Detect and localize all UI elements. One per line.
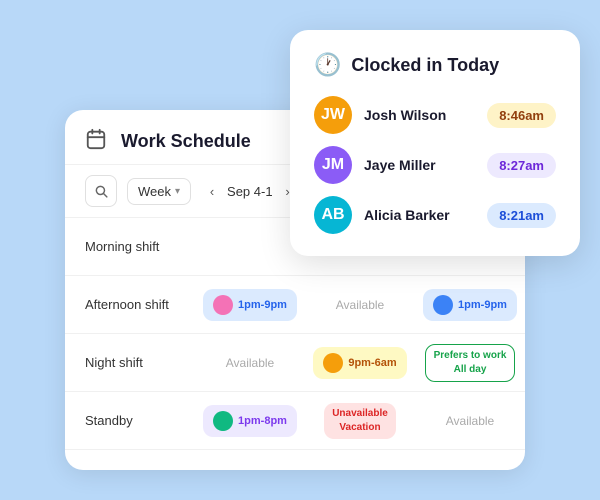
clock-icon: 🕐 xyxy=(314,52,341,78)
avatar: JW xyxy=(314,96,352,134)
week-selector[interactable]: Week ▾ xyxy=(127,178,191,205)
week-label: Week xyxy=(138,184,171,199)
person-name: Josh Wilson xyxy=(364,107,475,123)
available-label: Available xyxy=(226,356,274,370)
standby-cells: 1pm-8pm Unavailable Vacation Available xyxy=(195,397,525,445)
person-name: Jaye Miller xyxy=(364,157,475,173)
shift-label: Standby xyxy=(65,413,195,428)
clocked-in-card: 🕐 Clocked in Today JW Josh Wilson 8:46am… xyxy=(290,30,580,256)
cell: Available xyxy=(305,283,415,327)
time-badge: 8:27am xyxy=(487,153,556,178)
person-name: Alicia Barker xyxy=(364,207,475,223)
cell: Unavailable Vacation xyxy=(305,397,415,445)
time-badge: 8:46am xyxy=(487,103,556,128)
cell: 1pm-9pm xyxy=(195,283,305,327)
avatar: AB xyxy=(314,196,352,234)
cell: Available xyxy=(415,397,525,445)
schedule-chip[interactable]: 9pm-6am xyxy=(313,347,406,379)
table-row: Night shift Available 9pm-6am Prefers to… xyxy=(65,334,525,392)
afternoon-cells: 1pm-9pm Available 1pm-9pm xyxy=(195,283,525,327)
shift-label: Afternoon shift xyxy=(65,297,195,312)
date-nav: ‹ Sep 4-1 › xyxy=(201,180,299,202)
clocked-list: JW Josh Wilson 8:46am JM Jaye Miller 8:2… xyxy=(314,96,556,234)
table-row: Standby 1pm-8pm Unavailable Vacation A xyxy=(65,392,525,450)
prev-week-button[interactable]: ‹ xyxy=(201,180,223,202)
available-label: Available xyxy=(446,414,494,428)
cell: Prefers to work All day xyxy=(415,338,525,388)
schedule-chip[interactable]: 1pm-9pm xyxy=(423,289,517,321)
cell xyxy=(195,241,305,253)
avatar: JM xyxy=(314,146,352,184)
list-item: AB Alicia Barker 8:21am xyxy=(314,196,556,234)
available-label: Available xyxy=(336,298,384,312)
list-item: JW Josh Wilson 8:46am xyxy=(314,96,556,134)
time-badge: 8:21am xyxy=(487,203,556,228)
avatar-small xyxy=(213,411,233,431)
schedule-chip[interactable]: 1pm-8pm xyxy=(203,405,297,437)
shift-label: Night shift xyxy=(65,355,195,370)
list-item: JM Jaye Miller 8:27am xyxy=(314,146,556,184)
calendar-icon xyxy=(85,128,111,154)
page-title: Work Schedule xyxy=(121,131,251,152)
chevron-down-icon: ▾ xyxy=(175,186,180,197)
shift-label: Morning shift xyxy=(65,239,195,254)
schedule-chip[interactable]: 1pm-9pm xyxy=(203,289,297,321)
clocked-header: 🕐 Clocked in Today xyxy=(314,52,556,78)
unavailable-chip: Unavailable Vacation xyxy=(324,403,396,439)
cell: 1pm-9pm xyxy=(415,283,525,327)
night-cells: Available 9pm-6am Prefers to work All da… xyxy=(195,338,525,388)
date-range: Sep 4-1 xyxy=(227,184,273,199)
avatar-small xyxy=(213,295,233,315)
cell: 9pm-6am xyxy=(305,338,415,388)
search-button[interactable] xyxy=(85,175,117,207)
clocked-title: Clocked in Today xyxy=(351,55,499,76)
cell: Available xyxy=(195,338,305,388)
avatar-small xyxy=(433,295,453,315)
prefers-chip: Prefers to work All day xyxy=(425,344,516,382)
avatar-small xyxy=(323,353,343,373)
table-row: Afternoon shift 1pm-9pm Available 1pm-9p… xyxy=(65,276,525,334)
cell: 1pm-8pm xyxy=(195,397,305,445)
